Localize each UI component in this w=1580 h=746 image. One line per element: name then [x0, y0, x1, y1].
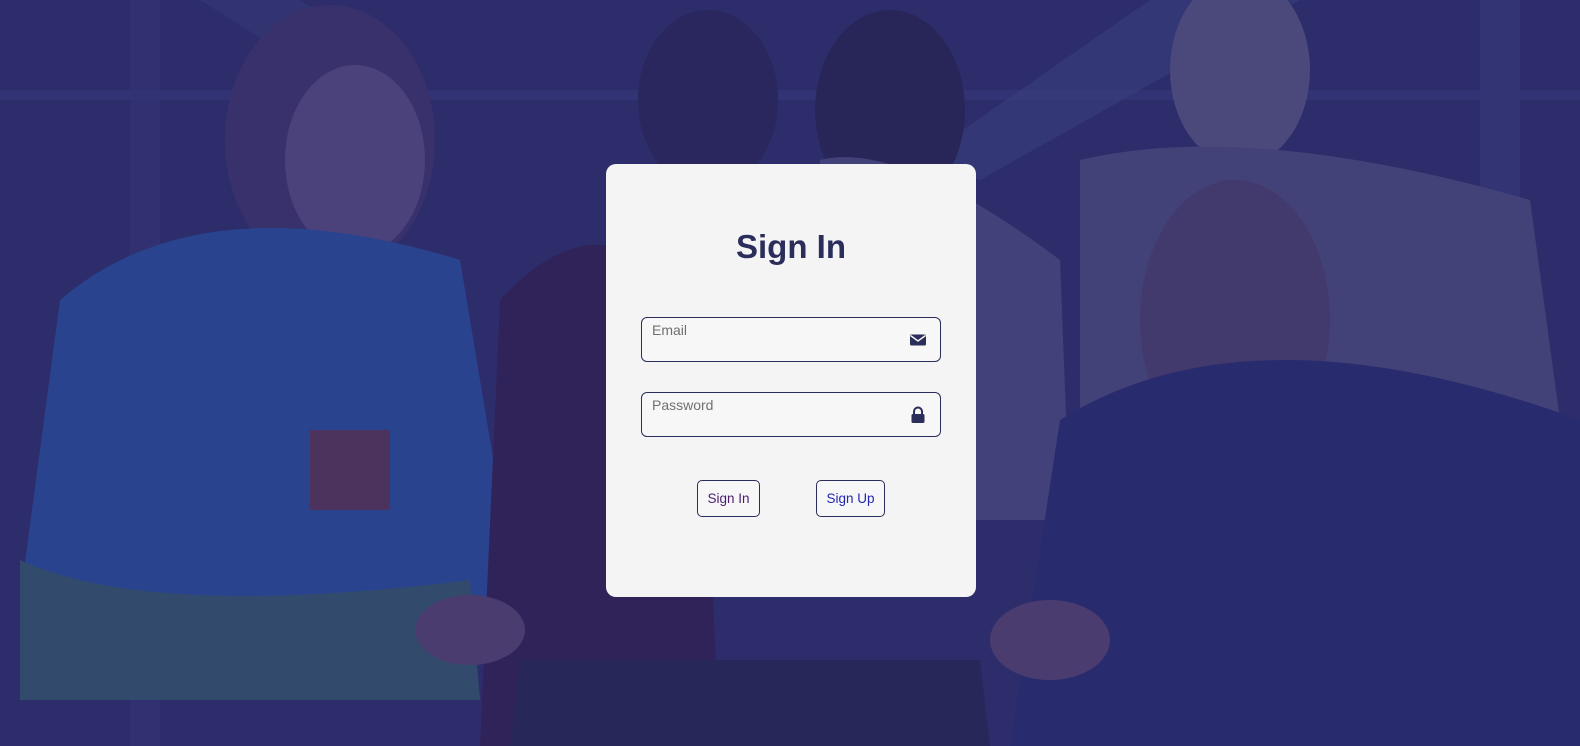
lock-icon — [909, 406, 927, 424]
email-placeholder: Email — [652, 322, 688, 338]
page-title: Sign In — [736, 228, 846, 265]
sign-in-card: Sign In Email Password Sign In Sign Up — [606, 164, 976, 597]
sign-up-button[interactable]: Sign Up — [816, 480, 885, 517]
password-placeholder: Password — [652, 397, 714, 413]
password-field[interactable]: Password — [641, 392, 941, 437]
email-input[interactable] — [652, 338, 902, 358]
email-field[interactable]: Email — [641, 317, 941, 362]
password-input[interactable] — [652, 413, 902, 433]
envelope-icon — [909, 331, 927, 349]
sign-in-button[interactable]: Sign In — [697, 480, 760, 517]
